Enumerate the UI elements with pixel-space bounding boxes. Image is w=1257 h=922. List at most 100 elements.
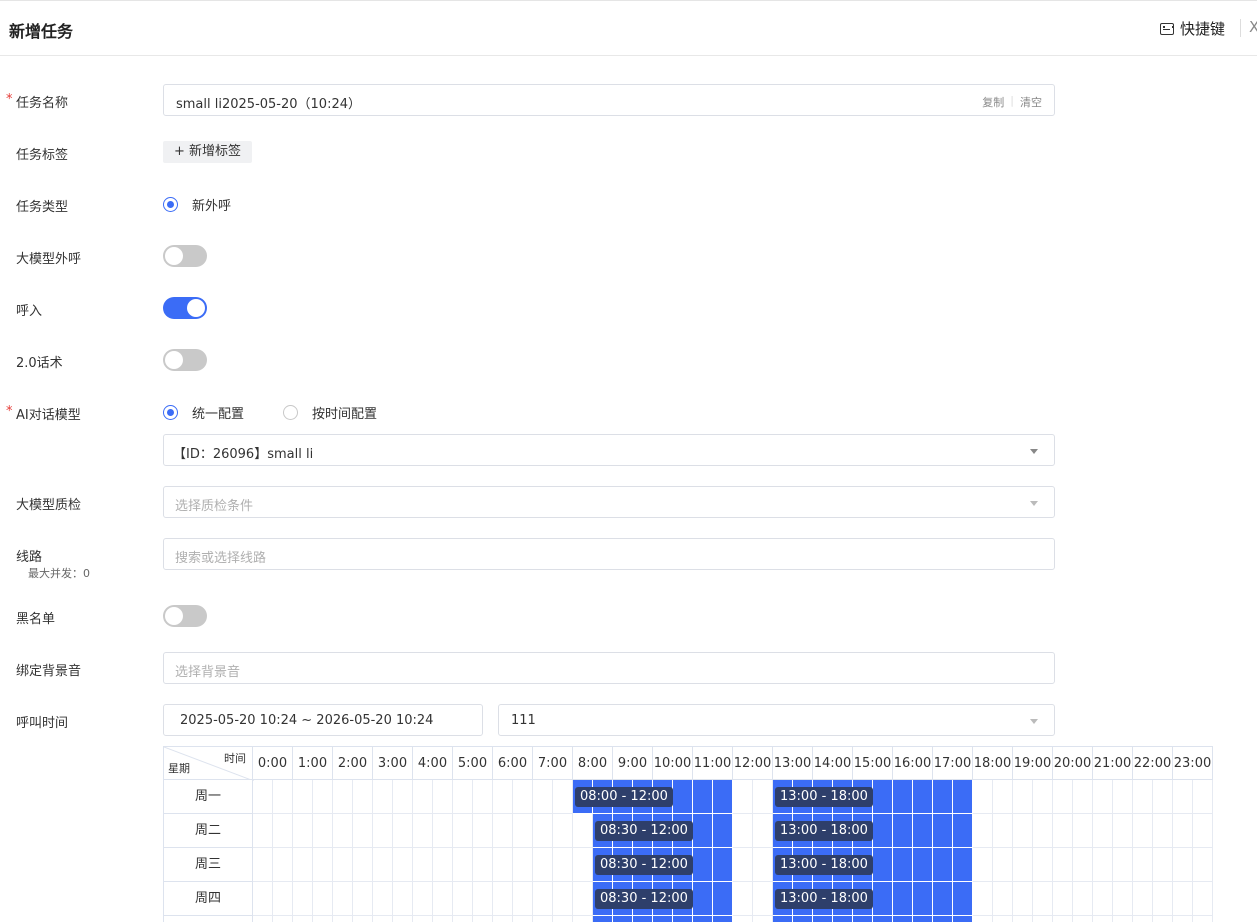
grid-cell[interactable] xyxy=(493,882,513,916)
grid-cell[interactable] xyxy=(993,848,1013,882)
grid-cell[interactable] xyxy=(1113,848,1133,882)
grid-cell[interactable] xyxy=(373,780,393,814)
grid-cell[interactable] xyxy=(1133,780,1153,814)
grid-cell[interactable] xyxy=(1193,848,1213,882)
grid-cell[interactable] xyxy=(1153,848,1173,882)
grid-cell[interactable] xyxy=(993,814,1013,848)
clear-button[interactable]: 清空 xyxy=(1020,94,1042,110)
grid-cell[interactable] xyxy=(333,848,353,882)
grid-cell-selected[interactable] xyxy=(653,916,673,922)
grid-cell[interactable] xyxy=(253,780,273,814)
grid-cell[interactable] xyxy=(373,814,393,848)
grid-cell[interactable] xyxy=(553,780,573,814)
grid-cell[interactable] xyxy=(493,848,513,882)
grid-cell-selected[interactable] xyxy=(773,916,793,922)
grid-cell[interactable] xyxy=(373,882,393,916)
grid-cell-selected[interactable] xyxy=(853,916,873,922)
grid-cell-selected[interactable] xyxy=(873,882,893,916)
grid-cell[interactable] xyxy=(1013,814,1033,848)
grid-cell[interactable] xyxy=(973,848,993,882)
grid-cell[interactable] xyxy=(973,882,993,916)
grid-cell[interactable] xyxy=(433,916,453,922)
grid-cell[interactable] xyxy=(273,882,293,916)
grid-cell[interactable] xyxy=(553,916,573,922)
line-select[interactable]: 搜索或选择线路 xyxy=(163,538,1055,570)
grid-cell[interactable] xyxy=(1053,916,1073,922)
grid-cell[interactable] xyxy=(733,780,753,814)
grid-cell-selected[interactable] xyxy=(613,916,633,922)
grid-cell[interactable] xyxy=(293,916,313,922)
grid-cell-selected[interactable] xyxy=(813,916,833,922)
grid-cell-selected[interactable] xyxy=(693,780,713,814)
grid-cell-selected[interactable] xyxy=(953,882,973,916)
grid-cell[interactable] xyxy=(513,882,533,916)
grid-cell-selected[interactable] xyxy=(953,916,973,922)
grid-cell[interactable] xyxy=(253,882,273,916)
llm-qc-select[interactable]: 选择质检条件 xyxy=(163,486,1055,518)
grid-cell[interactable] xyxy=(1073,780,1093,814)
grid-cell[interactable] xyxy=(373,848,393,882)
close-icon[interactable]: X xyxy=(1249,18,1257,36)
grid-cell[interactable] xyxy=(973,780,993,814)
grid-cell[interactable] xyxy=(393,780,413,814)
grid-cell[interactable] xyxy=(393,814,413,848)
grid-cell[interactable] xyxy=(1013,916,1033,922)
grid-cell[interactable] xyxy=(753,848,773,882)
grid-cell-selected[interactable] xyxy=(873,780,893,814)
grid-cell[interactable] xyxy=(433,814,453,848)
grid-cell[interactable] xyxy=(313,780,333,814)
grid-cell[interactable] xyxy=(753,814,773,848)
grid-cell[interactable] xyxy=(353,882,373,916)
grid-cell[interactable] xyxy=(1073,882,1093,916)
grid-cell[interactable] xyxy=(513,848,533,882)
grid-cell[interactable] xyxy=(353,780,373,814)
grid-cell[interactable] xyxy=(1093,814,1113,848)
grid-cell-selected[interactable] xyxy=(713,882,733,916)
grid-cell[interactable] xyxy=(433,848,453,882)
grid-cell[interactable] xyxy=(473,882,493,916)
grid-cell[interactable] xyxy=(1193,882,1213,916)
grid-cell[interactable] xyxy=(473,848,493,882)
grid-cell-selected[interactable] xyxy=(713,780,733,814)
grid-cell[interactable] xyxy=(973,814,993,848)
grid-cell[interactable] xyxy=(533,780,553,814)
grid-cell[interactable] xyxy=(513,780,533,814)
grid-cell[interactable] xyxy=(253,848,273,882)
grid-cell[interactable] xyxy=(1173,916,1193,922)
grid-cell[interactable] xyxy=(313,848,333,882)
call-time-range-input[interactable]: 2025-05-20 10:24 ~ 2026-05-20 10:24 xyxy=(163,704,483,736)
shortcut-button[interactable]: 快捷键 xyxy=(1159,18,1225,39)
grid-cell-selected[interactable] xyxy=(633,916,653,922)
schedule-select[interactable]: 111 xyxy=(498,704,1055,736)
grid-cell-selected[interactable] xyxy=(793,916,813,922)
grid-cell[interactable] xyxy=(413,916,433,922)
grid-cell-selected[interactable] xyxy=(713,916,733,922)
grid-cell[interactable] xyxy=(453,882,473,916)
grid-cell-selected[interactable] xyxy=(893,916,913,922)
blacklist-toggle[interactable] xyxy=(163,605,207,627)
grid-cell-selected[interactable] xyxy=(933,848,953,882)
grid-cell[interactable] xyxy=(1133,814,1153,848)
grid-cell[interactable] xyxy=(1013,780,1033,814)
grid-cell-selected[interactable] xyxy=(593,916,613,922)
grid-cell-selected[interactable] xyxy=(693,848,713,882)
ai-model-select[interactable]: 【ID：26096】small li xyxy=(163,434,1055,466)
grid-cell[interactable] xyxy=(493,814,513,848)
grid-cell[interactable] xyxy=(293,848,313,882)
grid-cell[interactable] xyxy=(1093,848,1113,882)
grid-cell[interactable] xyxy=(513,814,533,848)
grid-cell[interactable] xyxy=(1113,916,1133,922)
grid-cell[interactable] xyxy=(733,882,753,916)
grid-cell[interactable] xyxy=(1133,882,1153,916)
grid-cell-selected[interactable] xyxy=(933,882,953,916)
grid-cell[interactable] xyxy=(753,882,773,916)
grid-cell[interactable] xyxy=(313,882,333,916)
grid-cell-selected[interactable] xyxy=(953,814,973,848)
grid-cell[interactable] xyxy=(413,848,433,882)
grid-cell[interactable] xyxy=(993,780,1013,814)
grid-cell-selected[interactable] xyxy=(713,814,733,848)
grid-cell[interactable] xyxy=(1073,814,1093,848)
grid-cell[interactable] xyxy=(1093,882,1113,916)
grid-cell[interactable] xyxy=(473,780,493,814)
grid-cell-selected[interactable] xyxy=(913,882,933,916)
